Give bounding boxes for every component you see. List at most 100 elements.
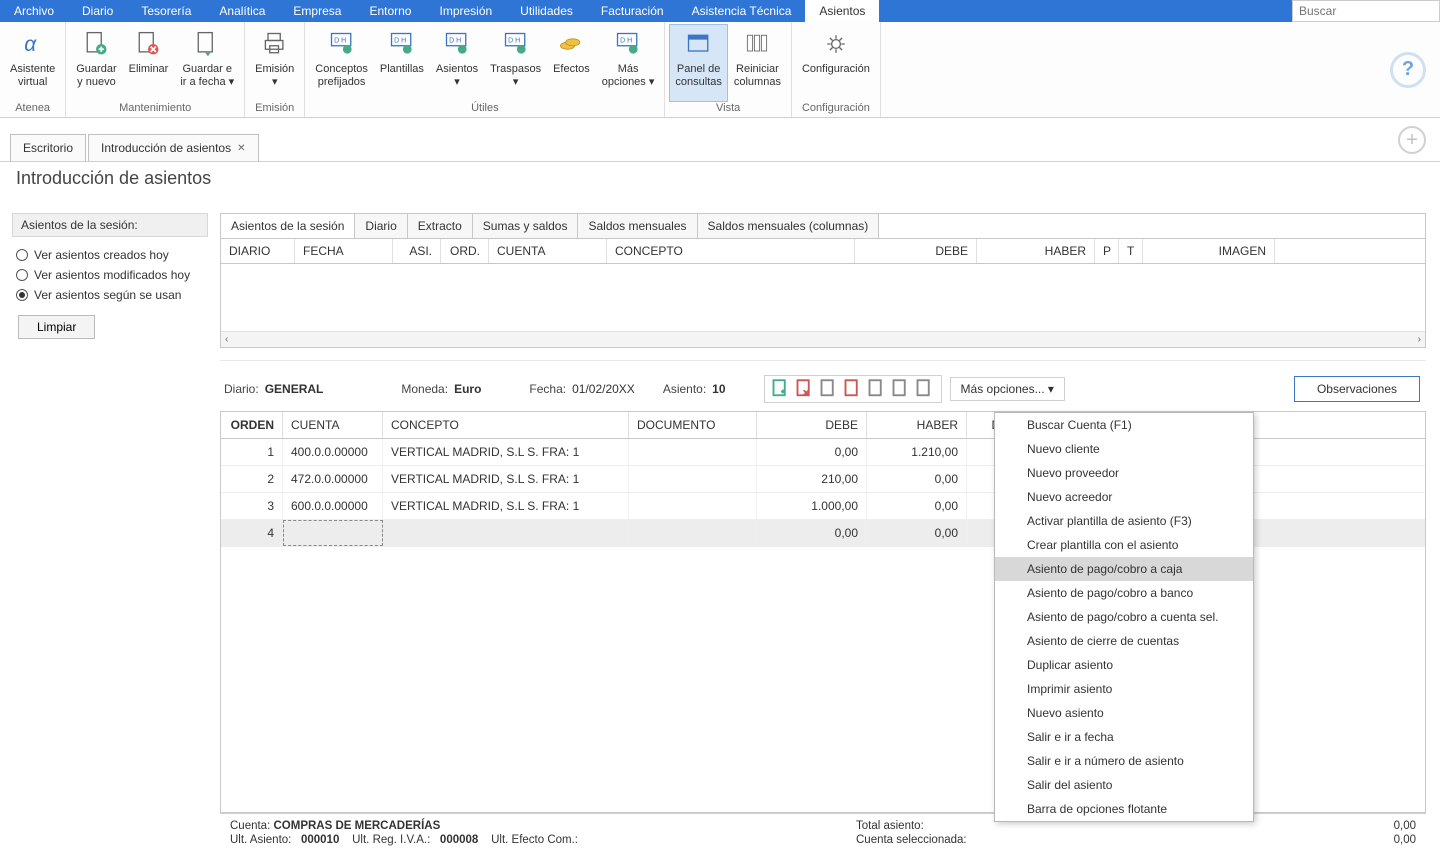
top-menubar: ArchivoDiarioTesoreríaAnalíticaEmpresaEn… xyxy=(0,0,1440,22)
context-item-5[interactable]: Crear plantilla con el asiento xyxy=(995,533,1253,557)
ribbon-guardar[interactable]: Guardar y nuevo xyxy=(70,24,122,102)
entry-col-documento[interactable]: DOCUMENTO xyxy=(629,412,757,438)
tool-icon-6[interactable] xyxy=(891,379,911,399)
context-item-12[interactable]: Nuevo asiento xyxy=(995,701,1253,725)
ribbon-configuración[interactable]: Configuración xyxy=(796,24,876,102)
menu-tesorería[interactable]: Tesorería xyxy=(127,0,205,22)
context-item-4[interactable]: Activar plantilla de asiento (F3) xyxy=(995,509,1253,533)
context-item-7[interactable]: Asiento de pago/cobro a banco xyxy=(995,581,1253,605)
search-input[interactable] xyxy=(1292,0,1440,22)
tool-icon-7[interactable] xyxy=(915,379,935,399)
session-col-ord.[interactable]: ORD. xyxy=(441,239,489,263)
session-col-diario[interactable]: DIARIO xyxy=(221,239,295,263)
footer-cuenta-value: COMPRAS DE MERCADERÍAS xyxy=(273,820,440,832)
ribbon-guardar-e[interactable]: Guardar e ir a fecha ▾ xyxy=(174,24,240,102)
session-col-fecha[interactable]: FECHA xyxy=(295,239,393,263)
ribbon-eliminar[interactable]: Eliminar xyxy=(123,24,175,102)
menu-utilidades[interactable]: Utilidades xyxy=(506,0,587,22)
inner-tab-5[interactable]: Saldos mensuales (columnas) xyxy=(698,214,880,238)
ribbon-group-label: Vista xyxy=(716,102,740,117)
entry-col-orden[interactable]: ORDEN xyxy=(221,412,283,438)
menu-analítica[interactable]: Analítica xyxy=(205,0,279,22)
doc-tab-1[interactable]: Introducción de asientos✕ xyxy=(88,134,258,161)
menu-asientos[interactable]: Asientos xyxy=(805,0,879,22)
ribbon-asistente[interactable]: αAsistente virtual xyxy=(4,24,61,102)
session-col-cuenta[interactable]: CUENTA xyxy=(489,239,607,263)
menu-entorno[interactable]: Entorno xyxy=(355,0,425,22)
more-options-dropdown[interactable]: Más opciones... ▾ xyxy=(950,377,1065,401)
ribbon-más[interactable]: D HMás opciones ▾ xyxy=(596,24,661,102)
scroll-left-icon[interactable]: ‹ xyxy=(225,334,228,345)
entry-col-cuenta[interactable]: CUENTA xyxy=(283,412,383,438)
session-col-asi.[interactable]: ASI. xyxy=(393,239,441,263)
ribbon-asientos[interactable]: D HAsientos ▾ xyxy=(430,24,484,102)
menu-empresa[interactable]: Empresa xyxy=(279,0,355,22)
asiento-label: Asiento: xyxy=(663,382,706,396)
ribbon-conceptos[interactable]: D HConceptos prefijados xyxy=(309,24,374,102)
svg-text:D H: D H xyxy=(620,37,632,44)
ribbon-plantillas[interactable]: D HPlantillas xyxy=(374,24,430,102)
tool-del-icon[interactable] xyxy=(795,379,815,399)
tool-icon-5[interactable] xyxy=(867,379,887,399)
ribbon-group-label: Mantenimiento xyxy=(119,102,191,117)
radio-option-0[interactable]: Ver asientos creados hoy xyxy=(12,245,208,265)
inner-tab-4[interactable]: Saldos mensuales xyxy=(578,214,697,238)
add-tab-icon[interactable]: + xyxy=(1398,126,1426,154)
session-col-imagen[interactable]: IMAGEN xyxy=(1143,239,1275,263)
close-icon[interactable]: ✕ xyxy=(237,143,245,154)
session-col-concepto[interactable]: CONCEPTO xyxy=(607,239,855,263)
ribbon-emisión[interactable]: Emisión ▾ xyxy=(249,24,300,102)
help-icon[interactable]: ? xyxy=(1390,52,1426,88)
tool-icon-3[interactable] xyxy=(819,379,839,399)
context-item-13[interactable]: Salir e ir a fecha xyxy=(995,725,1253,749)
context-item-3[interactable]: Nuevo acreedor xyxy=(995,485,1253,509)
inner-tab-1[interactable]: Diario xyxy=(355,214,407,238)
doc-tab-0[interactable]: Escritorio xyxy=(10,134,86,161)
clear-button[interactable]: Limpiar xyxy=(18,315,95,339)
tool-new-icon[interactable] xyxy=(771,379,791,399)
ribbon-efectos[interactable]: Efectos xyxy=(547,24,596,102)
menu-archivo[interactable]: Archivo xyxy=(0,0,68,22)
menu-facturación[interactable]: Facturación xyxy=(587,0,678,22)
entry-col-concepto[interactable]: CONCEPTO xyxy=(383,412,629,438)
inner-tab-3[interactable]: Sumas y saldos xyxy=(473,214,579,238)
context-item-11[interactable]: Imprimir asiento xyxy=(995,677,1253,701)
svg-text:α: α xyxy=(24,33,37,56)
tool-icon-4[interactable] xyxy=(843,379,863,399)
context-item-8[interactable]: Asiento de pago/cobro a cuenta sel. xyxy=(995,605,1253,629)
context-item-1[interactable]: Nuevo cliente xyxy=(995,437,1253,461)
radio-icon xyxy=(16,289,28,301)
menu-diario[interactable]: Diario xyxy=(68,0,127,22)
horizontal-scrollbar[interactable]: ‹ › xyxy=(221,331,1425,347)
menu-asistencia técnica[interactable]: Asistencia Técnica xyxy=(678,0,806,22)
radio-option-2[interactable]: Ver asientos según se usan xyxy=(12,285,208,305)
session-col-haber[interactable]: HABER xyxy=(977,239,1095,263)
inner-tab-0[interactable]: Asientos de la sesión xyxy=(221,214,355,238)
alpha-icon: α xyxy=(17,28,49,60)
observations-button[interactable]: Observaciones xyxy=(1294,376,1420,402)
entry-col-debe[interactable]: DEBE xyxy=(757,412,867,438)
context-item-6[interactable]: Asiento de pago/cobro a caja xyxy=(995,557,1253,581)
ribbon-traspasos[interactable]: D HTraspasos ▾ xyxy=(484,24,547,102)
entry-col-haber[interactable]: HABER xyxy=(867,412,967,438)
ribbon-reiniciar[interactable]: Reiniciar columnas xyxy=(728,24,787,102)
context-item-2[interactable]: Nuevo proveedor xyxy=(995,461,1253,485)
radio-option-1[interactable]: Ver asientos modificados hoy xyxy=(12,265,208,285)
context-item-0[interactable]: Buscar Cuenta (F1) xyxy=(995,413,1253,437)
context-item-14[interactable]: Salir e ir a número de asiento xyxy=(995,749,1253,773)
ribbon-panel-de[interactable]: Panel de consultas xyxy=(669,24,727,102)
footer-ultasiento-value: 000010 xyxy=(301,834,339,846)
dh-icon: D H xyxy=(441,28,473,60)
session-col-debe[interactable]: DEBE xyxy=(855,239,977,263)
context-item-15[interactable]: Salir del asiento xyxy=(995,773,1253,797)
fecha-value: 01/02/20XX xyxy=(572,382,635,396)
context-item-9[interactable]: Asiento de cierre de cuentas xyxy=(995,629,1253,653)
context-item-10[interactable]: Duplicar asiento xyxy=(995,653,1253,677)
session-col-t[interactable]: T xyxy=(1119,239,1143,263)
moneda-value: Euro xyxy=(454,382,481,396)
menu-impresión[interactable]: Impresión xyxy=(425,0,506,22)
context-item-16[interactable]: Barra de opciones flotante xyxy=(995,797,1253,821)
session-col-p[interactable]: P xyxy=(1095,239,1119,263)
scroll-right-icon[interactable]: › xyxy=(1418,334,1421,345)
inner-tab-2[interactable]: Extracto xyxy=(408,214,473,238)
